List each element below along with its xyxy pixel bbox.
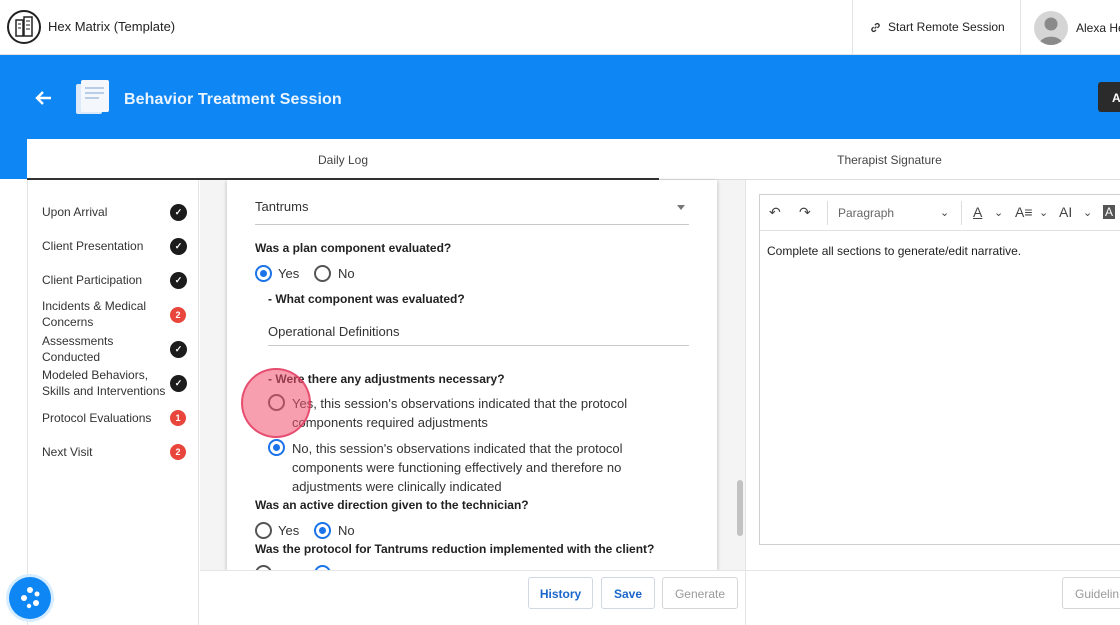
- check-icon: ✓: [170, 272, 187, 289]
- radio-label-adjustments-yes: Yes, this session's observations indicat…: [292, 396, 628, 430]
- chevron-down-icon[interactable]: ⌄: [1083, 206, 1092, 219]
- highlight-icon[interactable]: A: [1103, 205, 1116, 219]
- history-button[interactable]: History: [528, 577, 593, 609]
- font-color-icon[interactable]: A: [973, 204, 982, 220]
- radio-label-no: No: [338, 523, 355, 538]
- protocol-evaluation-card: Tantrums Was a plan component evaluated?…: [227, 180, 717, 570]
- chevron-down-icon[interactable]: ⌄: [994, 206, 1003, 219]
- sidebar-item-upon-arrival[interactable]: Upon Arrival: [42, 204, 167, 220]
- field-underline: [268, 345, 689, 346]
- question-component-evaluated: - What component was evaluated?: [268, 292, 465, 306]
- check-icon: ✓: [170, 375, 187, 392]
- section-sidebar: Upon Arrival ✓ Client Presentation ✓ Cli…: [27, 180, 199, 625]
- redo-icon[interactable]: ↷: [799, 204, 811, 221]
- editor-toolbar: ↶ ↷ Paragraph ⌄ A ⌄ A≡ ⌄ AI ⌄ A: [760, 195, 1120, 231]
- action-bar: [200, 570, 1120, 625]
- check-icon: ✓: [170, 341, 187, 358]
- tab-bar: Daily Log Therapist Signature: [27, 139, 1120, 180]
- sidebar-item-modeled-behaviors[interactable]: Modeled Behaviors, Skills and Interventi…: [42, 367, 167, 399]
- check-icon: ✓: [170, 204, 187, 221]
- generate-button[interactable]: Generate: [662, 577, 738, 609]
- guidelines-button[interactable]: Guidelin: [1062, 577, 1120, 609]
- block-format-select[interactable]: Paragraph: [838, 206, 894, 220]
- sidebar-item-assessments[interactable]: Assessments Conducted: [42, 333, 167, 365]
- narrative-content[interactable]: Complete all sections to generate/edit n…: [767, 244, 1021, 258]
- panel-divider: [745, 180, 746, 625]
- divider: [1020, 0, 1021, 55]
- top-bar: Hex Matrix (Template) Start Remote Sessi…: [0, 0, 1120, 55]
- tab-daily-log[interactable]: Daily Log: [27, 139, 659, 180]
- pending-count-badge: 2: [170, 444, 186, 460]
- chevron-down-icon[interactable]: ⌄: [940, 206, 949, 219]
- scrollbar[interactable]: [737, 480, 743, 536]
- radio-label-no: No: [338, 266, 355, 281]
- sidebar-item-next-visit[interactable]: Next Visit: [42, 444, 167, 460]
- sidebar-item-protocol-evaluations[interactable]: Protocol Evaluations: [42, 410, 167, 426]
- radio-label-adjustments-no: No, this session's observations indicate…: [292, 441, 623, 494]
- user-name[interactable]: Alexa He: [1076, 21, 1120, 35]
- radio-plan-no[interactable]: [314, 265, 331, 282]
- font-size-icon[interactable]: AI: [1059, 204, 1072, 220]
- toolbar-separator: [961, 201, 962, 225]
- save-button[interactable]: Save: [601, 577, 655, 609]
- pending-count-badge: 1: [170, 410, 186, 426]
- sidebar-item-incidents[interactable]: Incidents & Medical Concerns: [42, 298, 167, 330]
- question-protocol-implemented: Was the protocol for Tantrums reduction …: [255, 542, 655, 556]
- avatar[interactable]: [1034, 11, 1068, 45]
- radio-direction-no[interactable]: [314, 522, 331, 539]
- link-icon: [871, 22, 880, 32]
- check-icon: ✓: [170, 238, 187, 255]
- radio-label-yes: Yes: [278, 266, 300, 281]
- back-arrow-icon[interactable]: [34, 88, 54, 108]
- question-adjustments: - Were there any adjustments necessary?: [268, 372, 505, 386]
- radio-adjustments-no[interactable]: [268, 439, 285, 456]
- narrative-editor: ↶ ↷ Paragraph ⌄ A ⌄ A≡ ⌄ AI ⌄ A Complete…: [759, 194, 1120, 545]
- behavior-select[interactable]: Tantrums: [255, 199, 308, 214]
- tab-therapist-signature[interactable]: Therapist Signature: [659, 139, 1120, 180]
- divider: [852, 0, 853, 55]
- question-plan-component: Was a plan component evaluated?: [255, 241, 452, 255]
- header-action-button[interactable]: A: [1098, 82, 1120, 112]
- sidebar-item-client-presentation[interactable]: Client Presentation: [42, 238, 167, 254]
- radio-adjustments-yes[interactable]: [268, 394, 285, 411]
- building-logo-icon[interactable]: [7, 10, 41, 44]
- component-value-field[interactable]: Operational Definitions: [268, 324, 400, 339]
- accessibility-widget-button[interactable]: [9, 577, 51, 619]
- sidebar-item-client-participation[interactable]: Client Participation: [42, 272, 167, 288]
- radio-plan-yes[interactable]: [255, 265, 272, 282]
- app-title: Hex Matrix (Template): [48, 19, 176, 34]
- page-title: Behavior Treatment Session: [124, 91, 342, 108]
- undo-icon[interactable]: ↶: [769, 204, 781, 221]
- radio-label-yes: Yes: [278, 523, 300, 538]
- pending-count-badge: 2: [170, 307, 186, 323]
- remote-session-label: Start Remote Session: [888, 20, 1005, 34]
- chevron-down-icon[interactable]: [677, 205, 685, 210]
- radio-direction-yes[interactable]: [255, 522, 272, 539]
- start-remote-session-button[interactable]: Start Remote Session: [869, 20, 1005, 34]
- select-underline: [255, 224, 689, 225]
- toolbar-separator: [827, 201, 828, 225]
- question-active-direction: Was an active direction given to the tec…: [255, 498, 529, 512]
- document-icon: [76, 80, 109, 114]
- chevron-down-icon[interactable]: ⌄: [1039, 206, 1048, 219]
- font-family-icon[interactable]: A≡: [1015, 204, 1033, 220]
